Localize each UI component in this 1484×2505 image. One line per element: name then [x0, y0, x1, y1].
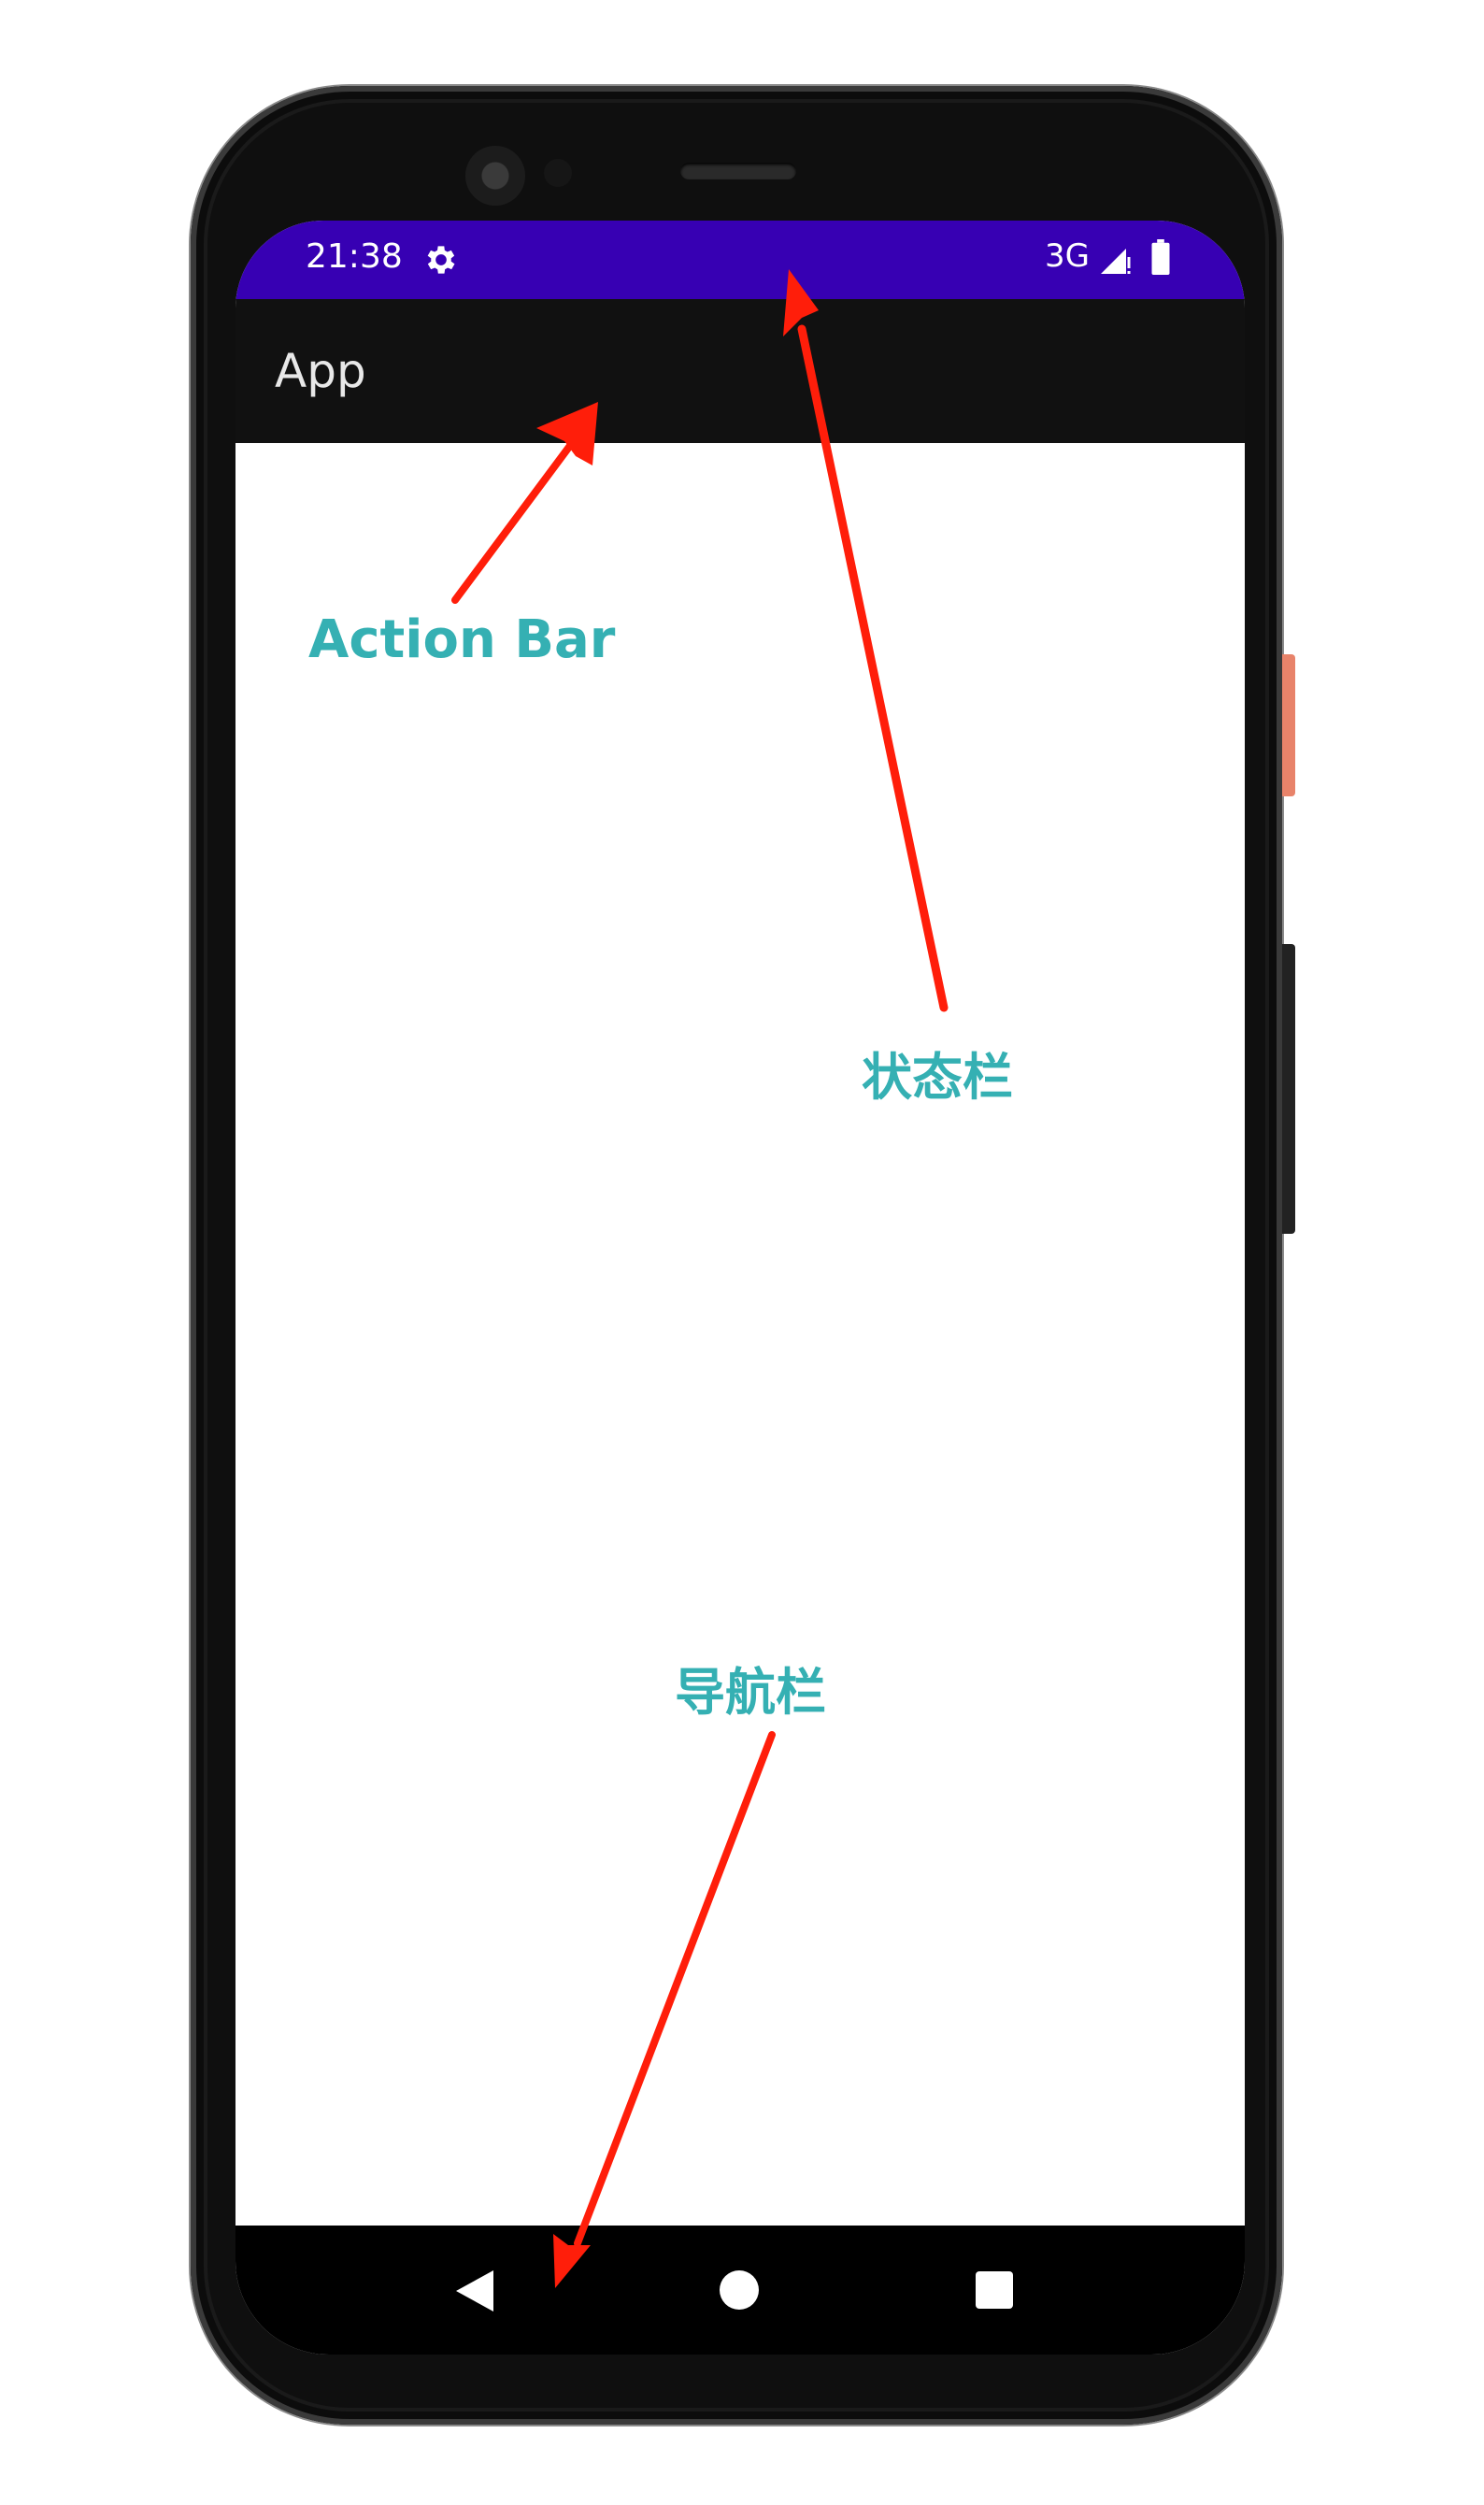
recents-square-icon[interactable] — [976, 2271, 1013, 2309]
app-title: App — [275, 344, 366, 398]
action-bar-annotation-label: Action Bar — [308, 609, 616, 670]
proximity-sensor — [544, 159, 572, 187]
action-bar: App — [235, 299, 1245, 443]
status-time: 21:38 — [306, 237, 403, 276]
phone-screen: 21:38 3G App — [235, 221, 1245, 2355]
volume-button — [1282, 944, 1295, 1234]
cell-signal-icon — [1101, 249, 1131, 274]
status-bar-annotation-label: 状态栏 — [862, 1048, 1013, 1107]
status-bar: 21:38 3G — [235, 221, 1245, 299]
earpiece-speaker — [680, 163, 796, 179]
gear-icon — [427, 246, 455, 274]
power-button — [1282, 654, 1295, 796]
front-camera — [465, 146, 525, 206]
home-circle-icon[interactable] — [720, 2270, 759, 2310]
back-triangle-icon[interactable] — [456, 2270, 495, 2312]
navigation-bar — [235, 2226, 1245, 2355]
nav-bar-annotation-label: 导航栏 — [675, 1663, 826, 1722]
network-type: 3G — [1045, 237, 1090, 275]
battery-icon — [1151, 239, 1170, 275]
app-content — [235, 443, 1245, 2226]
